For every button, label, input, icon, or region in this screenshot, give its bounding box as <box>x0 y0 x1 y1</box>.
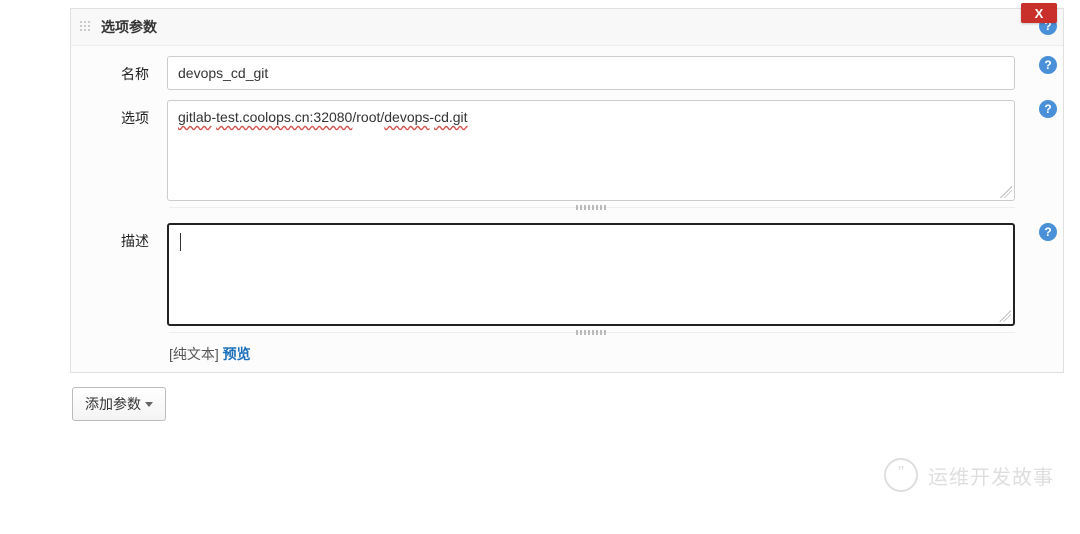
watermark-text: 运维开发故事 <box>928 461 1054 490</box>
watermark-glyph: ” <box>898 464 904 482</box>
options-textarea-wrap: gitlab-test.coolops.cn:32080/root/devops… <box>167 100 1015 201</box>
panel-header: 选项参数 ? X <box>71 9 1063 46</box>
description-textarea[interactable] <box>169 225 1013 321</box>
preview-link[interactable]: 预览 <box>223 346 251 362</box>
panel-title: 选项参数 <box>101 17 1051 37</box>
label-options: 选项 <box>87 100 167 128</box>
add-parameter-wrap: 添加参数 <box>72 387 1080 421</box>
watermark: ” 运维开发故事 <box>884 458 1054 492</box>
choice-parameter-panel: 选项参数 ? X 名称 ? 选项 gitlab-test.coolops.cn:… <box>70 8 1064 373</box>
resize-handle-icon[interactable] <box>999 310 1011 322</box>
label-name: 名称 <box>87 56 167 84</box>
row-name: 名称 ? <box>71 46 1063 90</box>
chevron-down-icon <box>145 402 153 407</box>
add-parameter-label: 添加参数 <box>85 394 141 414</box>
format-line: [纯文本] 预览 <box>71 338 1063 364</box>
help-icon[interactable]: ? <box>1039 56 1057 74</box>
description-textarea-wrap <box>167 223 1015 326</box>
name-input[interactable] <box>167 56 1015 90</box>
format-plain-text: [纯文本] <box>169 346 219 362</box>
help-icon[interactable]: ? <box>1039 223 1057 241</box>
row-description: 描述 ? <box>71 213 1063 326</box>
close-button[interactable]: X <box>1021 3 1057 23</box>
options-textarea[interactable] <box>168 101 1014 197</box>
watermark-logo-icon: ” <box>884 458 918 492</box>
resize-handle-icon[interactable] <box>1000 186 1012 198</box>
help-icon[interactable]: ? <box>1039 100 1057 118</box>
drag-handle-icon[interactable] <box>79 20 93 34</box>
label-description: 描述 <box>87 223 167 251</box>
row-divider <box>169 332 1015 338</box>
text-cursor-icon <box>180 233 181 251</box>
row-options: 选项 gitlab-test.coolops.cn:32080/root/dev… <box>71 90 1063 201</box>
add-parameter-button[interactable]: 添加参数 <box>72 387 166 421</box>
